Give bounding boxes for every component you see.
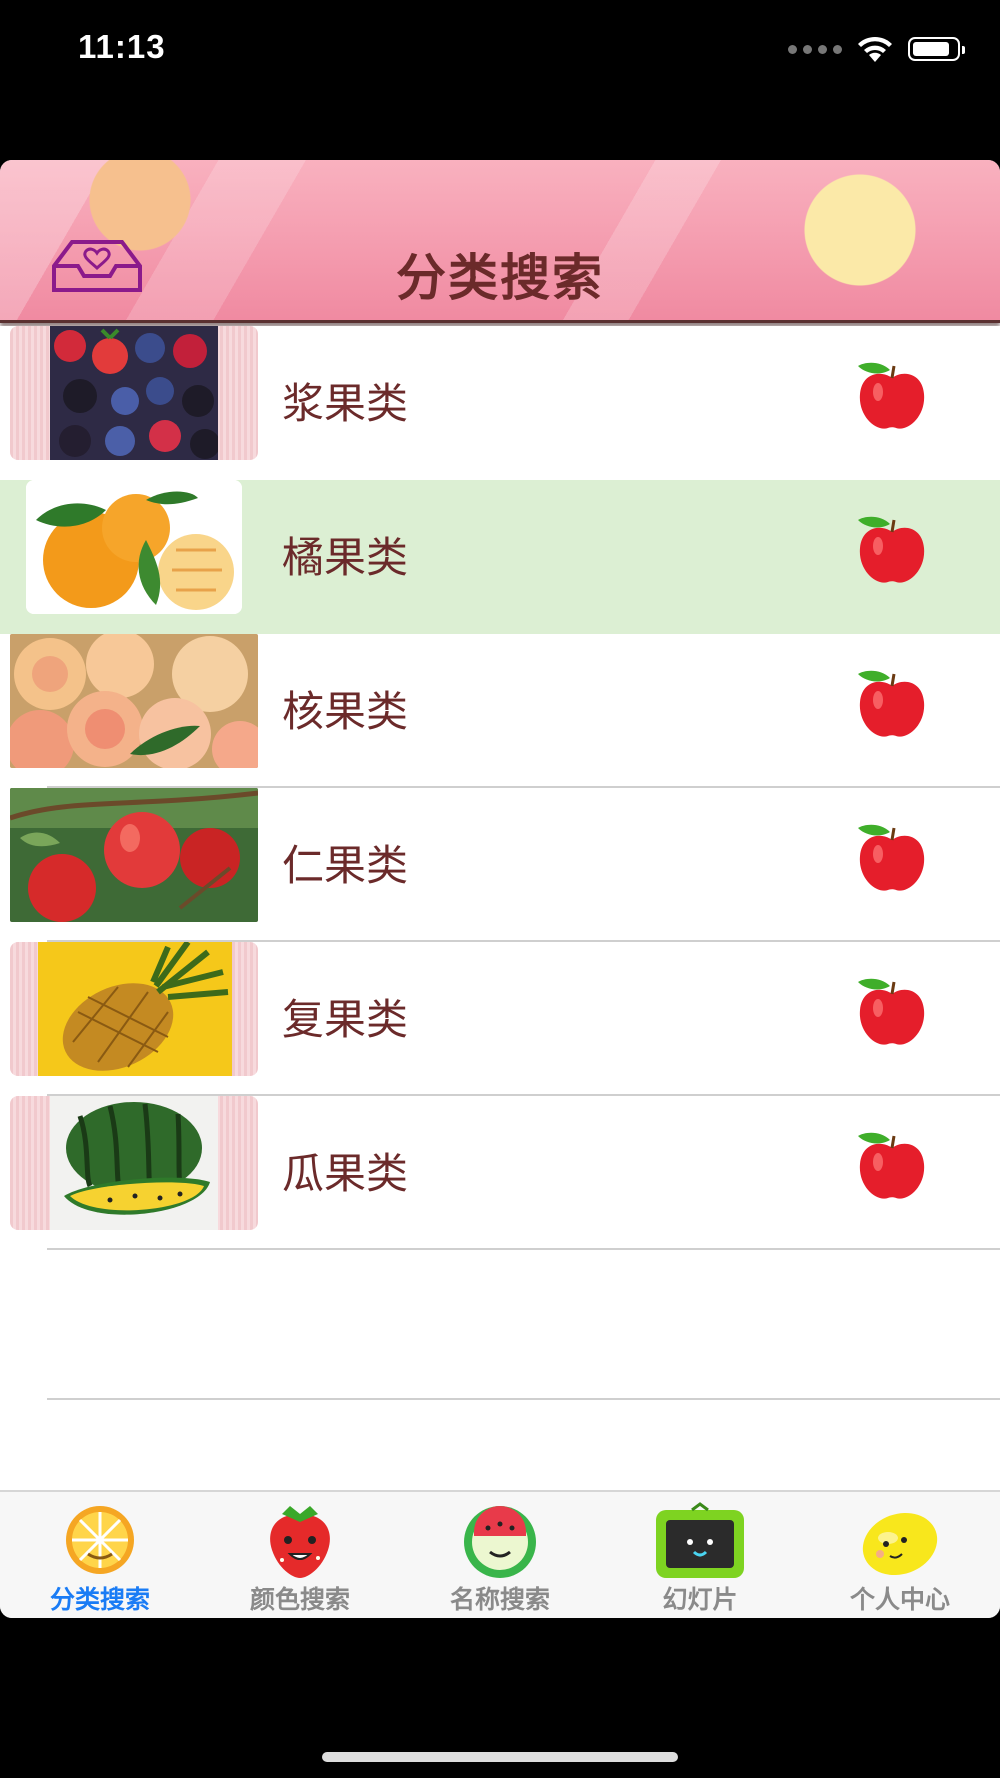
apple-icon (858, 978, 925, 1045)
tab-label: 颜色搜索 (249, 1585, 350, 1614)
tab-slideshow[interactable]: 幻灯片 (600, 1492, 800, 1618)
category-label: 仁果类 (282, 841, 409, 890)
apple-icon (858, 516, 925, 583)
oranges-thumbnail (26, 480, 242, 614)
category-label: 复果类 (282, 995, 409, 1044)
app-window: 分类搜索 浆果类 橘果类 核果类 仁果类 复果类 瓜果类 分类搜索 颜色搜索 名… (0, 160, 1000, 1618)
list-item-peaches[interactable]: 核果类 (0, 634, 1000, 788)
category-list: 浆果类 橘果类 核果类 仁果类 复果类 瓜果类 (0, 326, 1000, 1250)
signal-icon (788, 44, 842, 54)
orange-icon (66, 1506, 134, 1574)
peaches-thumbnail (10, 634, 258, 768)
category-label: 核果类 (282, 687, 409, 736)
list-item-oranges[interactable]: 橘果类 (0, 480, 1000, 634)
apple-icon (858, 824, 925, 891)
tab-color-search[interactable]: 颜色搜索 (200, 1492, 400, 1618)
apple-icon (858, 362, 925, 429)
category-label: 浆果类 (282, 379, 409, 428)
tab-label: 分类搜索 (49, 1585, 150, 1614)
tv-icon (656, 1502, 744, 1578)
watermelon-icon (464, 1506, 536, 1578)
battery-icon (908, 37, 965, 61)
row-separator (47, 1248, 1000, 1250)
page-title: 分类搜索 (396, 249, 604, 307)
tab-label: 个人中心 (849, 1585, 950, 1614)
status-time: 11:13 (78, 28, 166, 65)
watermelon-thumbnail (10, 1096, 258, 1230)
row-separator (47, 1398, 1000, 1400)
category-label: 橘果类 (282, 533, 409, 582)
tab-profile[interactable]: 个人中心 (800, 1492, 1000, 1618)
apples-thumbnail (10, 788, 258, 922)
wifi-icon (856, 35, 894, 63)
list-item-pineapple[interactable]: 复果类 (0, 942, 1000, 1096)
tab-name-search[interactable]: 名称搜索 (400, 1492, 600, 1618)
list-item-apples[interactable]: 仁果类 (0, 788, 1000, 942)
list-item-watermelon[interactable]: 瓜果类 (0, 1096, 1000, 1250)
tab-bar: 分类搜索 颜色搜索 名称搜索 幻灯片 个人中心 (0, 1490, 1000, 1618)
list-item-berries[interactable]: 浆果类 (0, 326, 1000, 480)
category-label: 瓜果类 (282, 1149, 409, 1198)
apple-icon (858, 670, 925, 737)
tab-label: 名称搜索 (449, 1585, 550, 1614)
home-indicator[interactable] (322, 1752, 678, 1762)
navigation-bar: 分类搜索 (0, 160, 1000, 323)
strawberry-icon (270, 1506, 330, 1578)
status-icons (788, 34, 965, 64)
lemon-icon (862, 1512, 938, 1576)
status-bar: 11:13 (0, 0, 1000, 100)
tab-label: 幻灯片 (662, 1585, 738, 1614)
apple-icon (858, 1132, 925, 1199)
pineapple-thumbnail (10, 942, 258, 1076)
tab-category-search[interactable]: 分类搜索 (0, 1492, 200, 1618)
berries-thumbnail (10, 326, 258, 460)
